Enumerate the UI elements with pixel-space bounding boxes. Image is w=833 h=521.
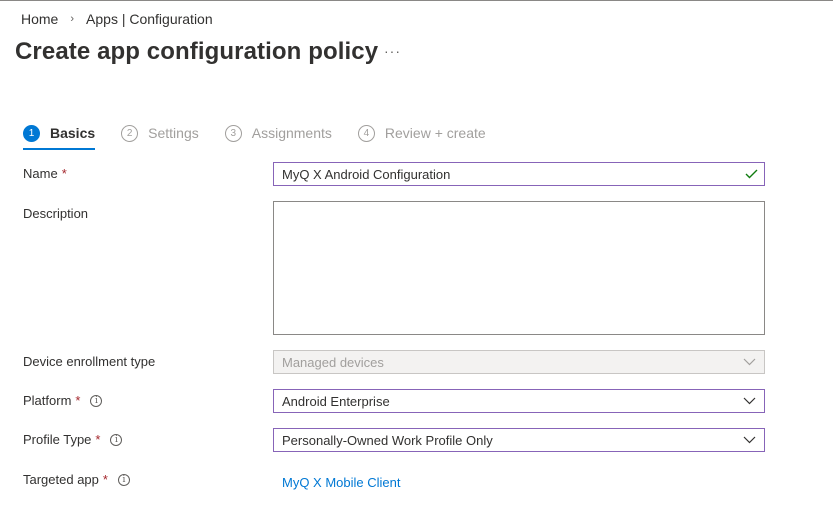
wizard-steps: 1 Basics 2 Settings 3 Assignments 4 Revi…: [23, 123, 512, 150]
platform-dropdown[interactable]: Android Enterprise: [273, 389, 765, 413]
breadcrumb: Home › Apps | Configuration: [21, 11, 213, 27]
checkmark-icon: [738, 169, 764, 179]
step-number: 2: [121, 124, 139, 142]
required-indicator: *: [75, 393, 81, 408]
info-icon[interactable]: i: [117, 473, 130, 486]
targeted-app-link[interactable]: MyQ X Mobile Client: [282, 475, 400, 490]
page-title: Create app configuration policy: [15, 38, 379, 65]
step-label: Review + create: [384, 125, 486, 141]
step-label: Basics: [50, 125, 96, 141]
required-indicator: *: [61, 166, 67, 181]
profile-type-value: Personally-Owned Work Profile Only: [282, 432, 493, 448]
name-label-text: Name: [23, 166, 58, 181]
breadcrumb-apps-configuration[interactable]: Apps | Configuration: [86, 11, 213, 27]
enrollment-type-value: Managed devices: [282, 354, 384, 370]
targeted-app-label-text: Targeted app: [23, 472, 99, 487]
step-label: Settings: [148, 125, 199, 141]
step-number: 1: [23, 124, 40, 142]
chevron-down-icon: [734, 358, 764, 366]
description-label-text: Description: [23, 206, 89, 221]
step-settings[interactable]: 2 Settings: [121, 123, 199, 143]
description-textarea[interactable]: [273, 201, 765, 335]
platform-label: Platform * i: [23, 393, 103, 408]
profile-type-label: Profile Type * i: [23, 432, 123, 447]
name-input-value: MyQ X Android Configuration: [282, 166, 451, 182]
step-basics[interactable]: 1 Basics: [23, 123, 96, 150]
profile-type-label-text: Profile Type: [23, 432, 92, 447]
required-indicator: *: [95, 432, 101, 447]
enrollment-label: Device enrollment type: [23, 354, 155, 369]
enrollment-type-dropdown: Managed devices: [273, 350, 765, 374]
required-indicator: *: [102, 472, 108, 487]
more-options-button[interactable]: ···: [384, 43, 401, 59]
breadcrumb-home[interactable]: Home: [21, 11, 58, 27]
profile-type-dropdown[interactable]: Personally-Owned Work Profile Only: [273, 428, 765, 452]
step-label: Assignments: [251, 125, 332, 141]
enrollment-label-text: Device enrollment type: [23, 354, 156, 369]
name-label: Name *: [23, 166, 67, 181]
step-review-create[interactable]: 4 Review + create: [357, 123, 486, 143]
chevron-down-icon: [734, 436, 764, 444]
platform-value: Android Enterprise: [282, 393, 390, 409]
platform-label-text: Platform: [23, 393, 72, 408]
chevron-down-icon: [734, 397, 764, 405]
step-number: 4: [357, 124, 375, 142]
breadcrumb-separator: ›: [70, 13, 75, 25]
info-icon[interactable]: i: [110, 433, 123, 446]
name-input[interactable]: MyQ X Android Configuration: [273, 162, 765, 186]
info-icon[interactable]: i: [90, 394, 103, 407]
description-label: Description: [23, 206, 88, 221]
step-assignments[interactable]: 3 Assignments: [224, 123, 332, 143]
step-number: 3: [224, 124, 242, 142]
targeted-app-label: Targeted app * i: [23, 472, 130, 487]
